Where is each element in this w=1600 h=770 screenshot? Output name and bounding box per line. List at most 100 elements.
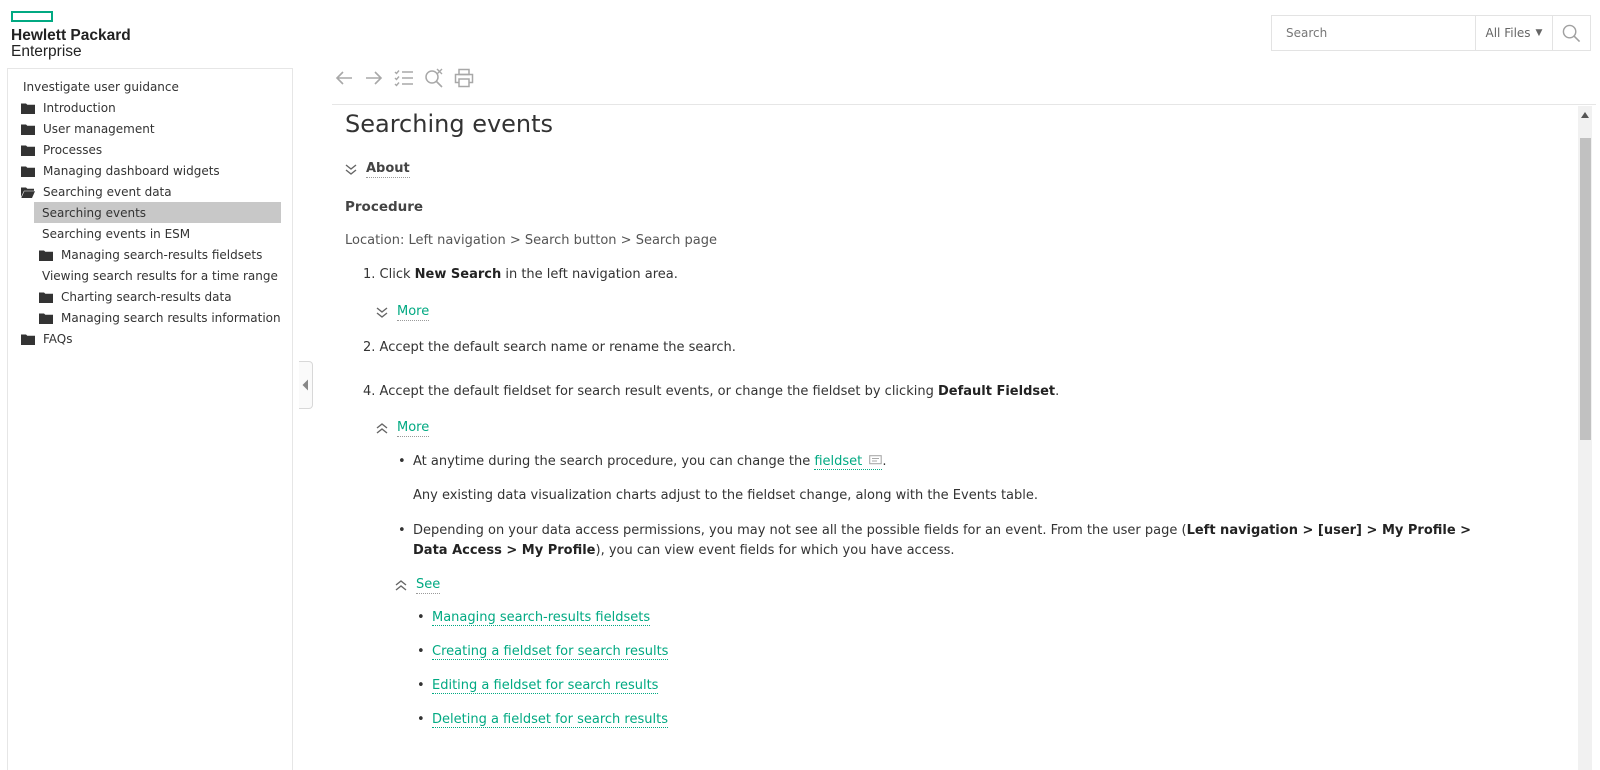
glossary-popup-icon bbox=[869, 455, 883, 465]
bullet-access-permissions: Depending on your data access permission… bbox=[398, 521, 1493, 561]
link-text: fieldset bbox=[814, 454, 863, 469]
toc-item-processes[interactable]: Processes bbox=[21, 139, 102, 160]
toc-item-investigate-user-guidance[interactable]: Investigate user guidance bbox=[23, 76, 179, 97]
back-button[interactable] bbox=[334, 66, 354, 90]
step-2: 2. Accept the default search name or ren… bbox=[363, 340, 736, 355]
scrollbar-thumb[interactable] bbox=[1580, 138, 1591, 440]
step-bold-term: New Search bbox=[414, 267, 502, 282]
brand-line2: Enterprise bbox=[11, 43, 82, 60]
toc-item-label: FAQs bbox=[43, 331, 73, 346]
topic-content: Searching events About Procedure Locatio… bbox=[345, 108, 1575, 770]
back-arrow-icon bbox=[335, 71, 352, 85]
double-chevron-up-icon bbox=[395, 580, 407, 591]
toc-toggle-button[interactable] bbox=[394, 66, 414, 90]
print-button[interactable] bbox=[454, 66, 474, 90]
see-link-item: Managing search-results fieldsets bbox=[417, 610, 651, 626]
link-editing-fieldset[interactable]: Editing a fieldset for search results bbox=[432, 678, 659, 694]
chevron-down-icon: ▼ bbox=[1535, 28, 1543, 38]
step-text: Accept the default fieldset for search r… bbox=[379, 384, 938, 399]
toc-item-searching-events-in-esm[interactable]: Searching events in ESM bbox=[42, 223, 190, 244]
link-deleting-fieldset[interactable]: Deleting a fieldset for search results bbox=[432, 712, 668, 728]
chevron-left-icon bbox=[302, 379, 308, 391]
toc-item-label: Charting search-results data bbox=[61, 289, 232, 304]
toc-item-label: Introduction bbox=[43, 100, 116, 115]
clear-highlight-icon bbox=[425, 68, 443, 88]
link-creating-fieldset[interactable]: Creating a fieldset for search results bbox=[432, 644, 669, 660]
about-toggle[interactable]: About bbox=[345, 161, 410, 178]
more-label: More bbox=[397, 420, 430, 437]
toc-item-label: Managing search results information bbox=[61, 310, 281, 325]
toc-item-label: Searching events bbox=[42, 205, 147, 220]
step-text: Accept the default search name or rename… bbox=[379, 340, 736, 355]
toc-item-label: Investigate user guidance bbox=[23, 79, 179, 94]
double-chevron-up-icon bbox=[376, 423, 388, 434]
folder-icon bbox=[21, 123, 35, 135]
sidebar-collapse-handle[interactable] bbox=[299, 361, 313, 409]
folder-icon bbox=[21, 102, 35, 114]
bullet-text-end: . bbox=[882, 454, 887, 469]
toc-item-label: Managing search-results fieldsets bbox=[61, 247, 263, 262]
step-number: 4. bbox=[363, 384, 376, 399]
more-toggle-step-1[interactable]: More bbox=[376, 304, 430, 321]
search-scope-label: All Files bbox=[1485, 26, 1531, 40]
step-1: 1. Click New Search in the left navigati… bbox=[363, 267, 678, 282]
scroll-up-button[interactable] bbox=[1578, 106, 1592, 124]
see-toggle[interactable]: See bbox=[395, 577, 441, 594]
toc-item-label: Searching events in ESM bbox=[42, 226, 191, 241]
search-icon bbox=[1562, 24, 1581, 42]
folder-icon bbox=[39, 249, 53, 261]
folder-icon bbox=[21, 333, 35, 345]
toc-item-viewing-search-results-time-range[interactable]: Viewing search results for a time range bbox=[42, 265, 278, 286]
print-icon bbox=[454, 68, 474, 88]
search-input[interactable] bbox=[1272, 16, 1475, 50]
fieldset-glossary-link[interactable]: fieldset bbox=[814, 454, 883, 470]
folder-open-icon bbox=[21, 186, 35, 198]
toc-item-label: Processes bbox=[43, 142, 103, 157]
folder-icon bbox=[39, 312, 53, 324]
see-link-item: Editing a fieldset for search results bbox=[417, 678, 659, 694]
search-bar: All Files ▼ bbox=[1271, 15, 1591, 51]
toc-item-label: Searching event data bbox=[43, 184, 172, 199]
search-scope-select[interactable]: All Files ▼ bbox=[1475, 16, 1553, 50]
page-title: Searching events bbox=[345, 110, 554, 138]
topic-toolbar bbox=[334, 66, 474, 90]
link-managing-search-results-fieldsets[interactable]: Managing search-results fieldsets bbox=[432, 610, 651, 626]
double-chevron-down-icon bbox=[376, 307, 388, 318]
step-number: 2. bbox=[363, 340, 376, 355]
step-text-end: . bbox=[1055, 384, 1060, 399]
step-text: Click bbox=[379, 267, 415, 282]
folder-icon bbox=[21, 165, 35, 177]
hpe-logo[interactable]: Hewlett Packard Enterprise bbox=[11, 11, 131, 59]
toc-item-charting-search-results-data[interactable]: Charting search-results data bbox=[39, 286, 232, 307]
toc-sidebar: Investigate user guidance Introduction U… bbox=[7, 68, 293, 770]
toolbar-divider bbox=[332, 104, 1596, 105]
more-toggle-step-4[interactable]: More bbox=[376, 420, 430, 437]
toc-item-faqs[interactable]: FAQs bbox=[21, 328, 73, 349]
toc-item-managing-search-results-information[interactable]: Managing search results information bbox=[39, 307, 281, 328]
folder-icon bbox=[21, 144, 35, 156]
folder-icon bbox=[39, 291, 53, 303]
forward-arrow-icon bbox=[366, 71, 383, 85]
toc-item-managing-dashboard-widgets[interactable]: Managing dashboard widgets bbox=[21, 160, 220, 181]
see-label: See bbox=[416, 577, 441, 594]
step-bold-term: Default Fieldset bbox=[937, 384, 1056, 399]
toc-item-label: Viewing search results for a time range bbox=[42, 268, 278, 283]
step-text-end: in the left navigation area. bbox=[501, 267, 678, 282]
bullet-note: Any existing data visualization charts a… bbox=[413, 488, 1039, 503]
toc-item-introduction[interactable]: Introduction bbox=[21, 97, 116, 118]
more-label: More bbox=[397, 304, 430, 321]
scroll-up-arrow-icon bbox=[1581, 112, 1589, 118]
bullet-text: At anytime during the search procedure, … bbox=[413, 454, 815, 469]
toc-item-user-management[interactable]: User management bbox=[21, 118, 155, 139]
toc-item-searching-events[interactable]: Searching events bbox=[34, 202, 281, 223]
about-label: About bbox=[366, 161, 410, 178]
toc-item-searching-event-data[interactable]: Searching event data bbox=[21, 181, 172, 202]
forward-button[interactable] bbox=[364, 66, 384, 90]
see-link-item: Creating a fieldset for search results bbox=[417, 644, 669, 660]
toc-item-managing-search-results-fieldsets[interactable]: Managing search-results fieldsets bbox=[39, 244, 262, 265]
bullet-change-fieldset: At anytime during the search procedure, … bbox=[398, 454, 887, 470]
clear-highlight-button[interactable] bbox=[424, 66, 444, 90]
location-text: Location: Left navigation > Search butto… bbox=[345, 233, 717, 248]
search-button[interactable] bbox=[1553, 16, 1590, 50]
hpe-logo-mark bbox=[11, 11, 53, 22]
